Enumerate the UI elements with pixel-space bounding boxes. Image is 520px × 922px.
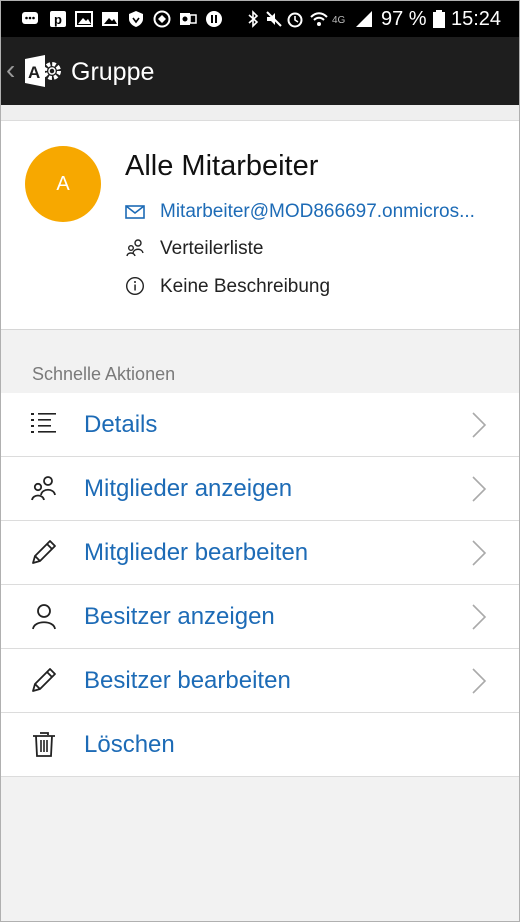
quick-actions-list: Details Mitglieder anzeigen Mitglieder b… [1,393,519,777]
action-label: Details [84,411,158,438]
chevron-right-icon [472,412,487,438]
avatar: A [25,146,101,222]
header-divider [1,105,519,121]
back-button[interactable]: ‹ [6,55,15,85]
svg-text:p: p [54,12,62,27]
group-name: Alle Mitarbeiter [125,150,319,182]
app-p-icon: p [50,11,66,27]
network-type: 4G [332,15,346,26]
shield-icon [129,11,143,27]
admin-logo-icon[interactable]: A [23,54,63,88]
vpn-icon [153,10,171,28]
chevron-right-icon [472,668,487,694]
action-edit-owners[interactable]: Besitzer bearbeiten [1,649,519,713]
group-email[interactable]: Mitarbeiter@MOD866697.onmicros... [160,201,475,223]
quick-actions-heading: Schnelle Aktionen [32,364,176,384]
pencil-icon [32,540,56,564]
action-view-owners[interactable]: Besitzer anzeigen [1,585,519,649]
info-icon [125,276,145,296]
outlook-icon [180,13,197,25]
action-label: Besitzer anzeigen [84,603,275,630]
group-email-row[interactable]: Mitarbeiter@MOD866697.onmicros... [125,201,505,225]
gallery-icon [75,11,93,27]
group-description: Keine Beschreibung [160,276,331,297]
group-type-row: Verteilerliste [125,238,425,262]
action-label: Löschen [84,731,175,758]
action-details[interactable]: Details [1,393,519,457]
group-header-card: A Alle Mitarbeiter Mitarbeiter@MOD866697… [1,121,519,330]
pencil-icon [32,668,56,692]
clock: 15:24 [451,8,502,30]
mute-icon [266,11,282,27]
image-icon [102,12,118,26]
chevron-right-icon [472,476,487,502]
chevron-right-icon [472,604,487,630]
chevron-right-icon [472,540,487,566]
group-description-row: Keine Beschreibung [125,276,425,300]
list-icon [31,413,56,433]
alarm-icon [287,12,303,28]
people-icon [31,476,56,501]
wifi-icon [310,12,328,26]
action-edit-members[interactable]: Mitglieder bearbeiten [1,521,519,585]
mail-icon [125,205,145,219]
pause-icon [206,11,222,27]
action-label: Besitzer bearbeiten [84,667,291,694]
signal-icon [356,11,372,27]
bluetooth-icon [248,10,259,28]
message-icon [22,12,38,24]
action-label: Mitglieder bearbeiten [84,539,309,566]
group-type: Verteilerliste [160,238,264,259]
action-delete[interactable]: Löschen [1,713,519,777]
battery-icon [433,10,445,28]
action-view-members[interactable]: Mitglieder anzeigen [1,457,519,521]
app-bar: ‹ A Gruppe [1,37,519,105]
battery-percent: 97 % [381,8,427,30]
svg-text:A: A [28,63,40,82]
trash-icon [33,732,55,757]
page-title: Gruppe [71,58,155,86]
people-icon [126,239,144,257]
status-bar: p 4G 97 % 15:24 [1,1,519,37]
person-icon [32,604,56,630]
action-label: Mitglieder anzeigen [84,475,293,502]
